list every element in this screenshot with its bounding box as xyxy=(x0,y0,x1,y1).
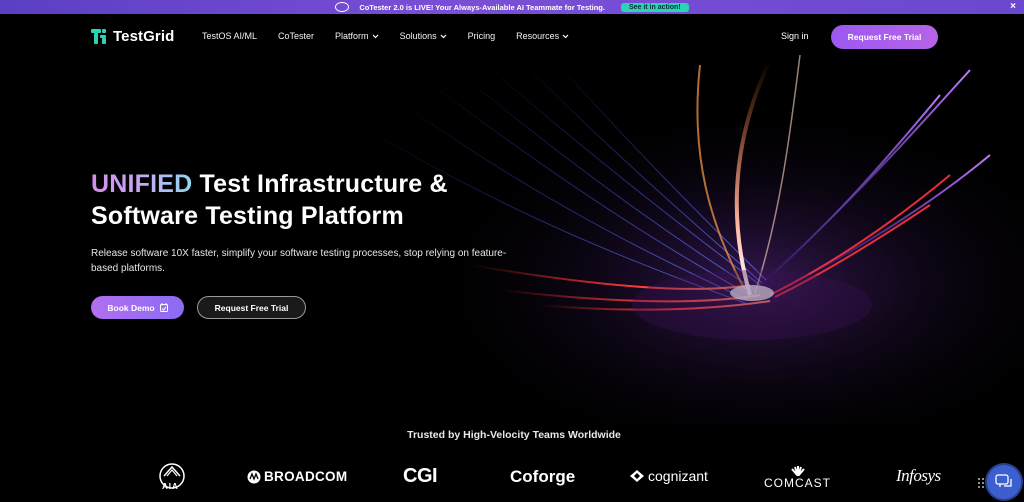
coforge-logo: Coforge xyxy=(510,467,576,486)
peacock-icon xyxy=(790,466,805,476)
chat-widget-button[interactable] xyxy=(987,465,1021,499)
aia-logo-text: AIA xyxy=(162,482,179,491)
nav-link-solutions[interactable]: Solutions xyxy=(400,31,447,41)
headline-line-1: Test Infrastructure & xyxy=(192,170,448,198)
trusted-heading: Trusted by High-Velocity Teams Worldwide xyxy=(407,429,621,441)
infosys-logo: Infosys xyxy=(896,466,941,485)
sign-in-link[interactable]: Sign in xyxy=(781,31,809,41)
nav-link-resources[interactable]: Resources xyxy=(516,31,569,41)
nav-link-pricing[interactable]: Pricing xyxy=(468,31,496,41)
request-free-trial-button[interactable]: Request Free Trial xyxy=(197,296,306,319)
chevron-down-icon xyxy=(562,34,569,38)
nav-link-label: Solutions xyxy=(399,31,437,41)
broadcom-logo-icon xyxy=(247,470,261,483)
book-demo-button[interactable]: Book Demo xyxy=(91,296,184,319)
headline-line-2: Software Testing Platform xyxy=(91,202,404,230)
nav-link-label: Platform xyxy=(335,31,369,41)
testgrid-logo-icon xyxy=(91,29,106,44)
cognizant-logo-text: cognizant xyxy=(648,468,708,484)
nav-link-label: CoTester xyxy=(278,31,315,41)
drag-handle-icon[interactable] xyxy=(977,477,985,489)
top-navigation: TestGrid TestOS AI/ML CoTester Platform … xyxy=(0,14,1024,58)
announcement-bar: CoTester 2.0 is LIVE! Your Always-Availa… xyxy=(0,0,1024,14)
calendar-icon xyxy=(159,303,168,312)
book-demo-label: Book Demo xyxy=(107,302,155,313)
announcement-text: CoTester 2.0 is LIVE! Your Always-Availa… xyxy=(359,2,605,12)
nav-links: TestOS AI/ML CoTester Platform Solutions… xyxy=(202,31,569,41)
headline-accent: UNIFIED xyxy=(91,170,193,198)
comcast-logo: COMCAST xyxy=(764,466,831,490)
comcast-logo-text: COMCAST xyxy=(764,476,831,490)
hero-light-streaks-image xyxy=(330,55,1024,425)
nav-link-label: Resources xyxy=(516,31,560,41)
chevron-down-icon xyxy=(372,34,378,38)
brand-logo[interactable]: TestGrid xyxy=(91,28,174,45)
nav-link-label: Pricing xyxy=(467,31,496,41)
broadcom-logo: BROADCOM xyxy=(247,469,347,484)
hero-headline: UNIFIED Test Infrastructure & Software T… xyxy=(91,168,531,232)
close-icon[interactable]: × xyxy=(1010,1,1016,13)
nav-link-cotester[interactable]: CoTester xyxy=(278,31,314,41)
broadcom-logo-text: BROADCOM xyxy=(264,469,348,484)
hero-subtext: Release software 10X faster, simplify yo… xyxy=(91,248,507,274)
chat-bubble-icon xyxy=(995,474,1012,487)
announcement-cta-button[interactable]: See it in action! xyxy=(620,2,689,12)
cognizant-logo: cognizant xyxy=(629,468,708,484)
aia-logo: AIA xyxy=(158,462,186,494)
nav-link-platform[interactable]: Platform xyxy=(335,31,379,41)
cotester-logo-icon xyxy=(335,2,350,12)
client-logos: AIA BROADCOM CGI Coforge cognizant COMCA… xyxy=(0,460,1024,502)
brand-name: TestGrid xyxy=(113,28,175,45)
cognizant-logo-icon xyxy=(630,470,644,482)
nav-link-label: TestOS AI/ML xyxy=(202,31,258,41)
nav-link-testos[interactable]: TestOS AI/ML xyxy=(202,31,257,41)
cgi-logo: CGI xyxy=(403,465,438,487)
request-free-trial-nav-button[interactable]: Request Free Trial xyxy=(831,25,938,49)
chevron-down-icon xyxy=(440,34,447,38)
